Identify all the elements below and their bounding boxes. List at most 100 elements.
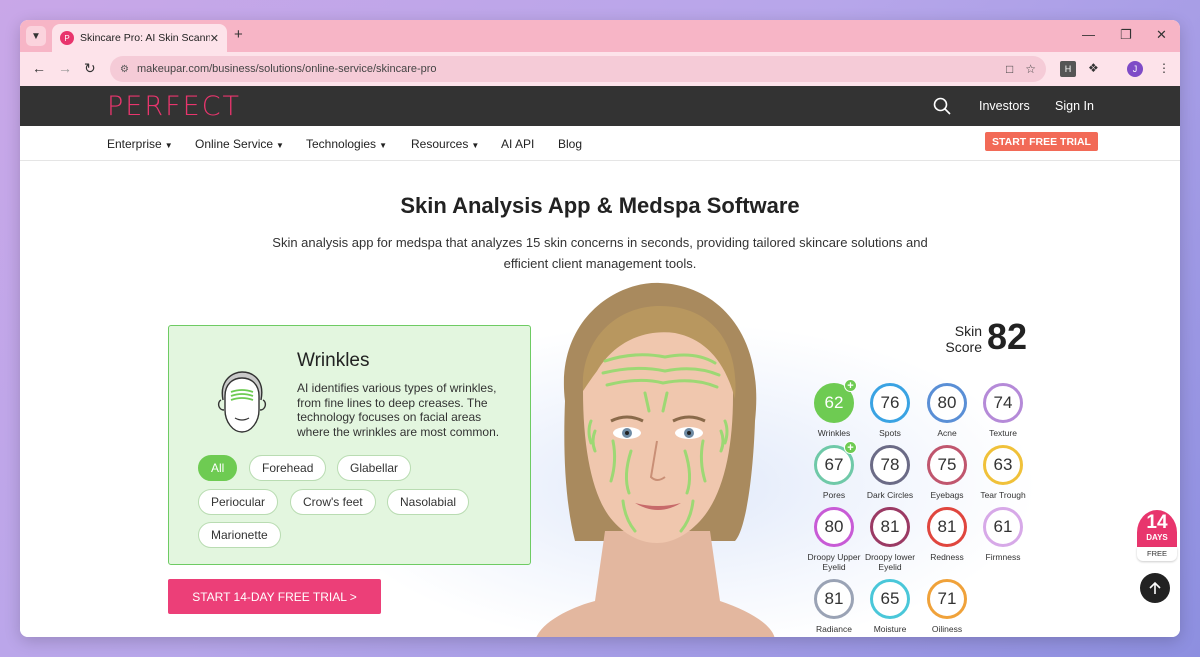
back-icon[interactable]: ← — [32, 60, 46, 76]
nav-enterprise-label: Enterprise — [107, 137, 162, 151]
search-icon[interactable] — [933, 97, 951, 120]
metric-tear-trough[interactable]: 63 Tear Trough — [973, 445, 1033, 500]
tab-title: Skincare Pro: AI Skin Scanner — [80, 32, 210, 44]
metric-oiliness[interactable]: 71 Oiliness — [917, 579, 977, 634]
skin-score-value: 82 — [987, 316, 1028, 357]
page-subtitle: Skin analysis app for medspa that analyz… — [272, 235, 928, 271]
plus-icon[interactable]: + — [844, 441, 857, 454]
reload-icon[interactable]: ↻ — [84, 60, 96, 77]
metric-eyebags[interactable]: 75 Eyebags — [917, 445, 977, 500]
scroll-to-top-button[interactable] — [1140, 573, 1170, 603]
metric-moisture[interactable]: 65 Moisture — [860, 579, 920, 634]
plus-icon[interactable]: + — [844, 379, 857, 392]
start-free-trial-button[interactable]: START FREE TRIAL — [985, 132, 1098, 151]
minimize-icon[interactable]: — — [1082, 27, 1095, 42]
address-bar[interactable]: ⚙ makeupar.com/business/solutions/online… — [110, 56, 1046, 82]
window-close-icon[interactable]: ✕ — [1156, 27, 1167, 43]
extensions-puzzle-icon[interactable]: ❖ — [1088, 61, 1099, 75]
metric-ring: 78 — [870, 445, 910, 485]
new-tab-icon[interactable]: + — [234, 26, 243, 43]
nav-technologies[interactable]: Technologies ▼ — [306, 137, 387, 151]
metric-ring: 81 — [814, 579, 854, 619]
browser-tab[interactable]: P Skincare Pro: AI Skin Scanner ✕ — [52, 24, 227, 52]
site-info-icon[interactable]: ⚙ — [120, 64, 129, 75]
metric-acne[interactable]: 80 Acne — [917, 383, 977, 438]
metric-label: Acne — [937, 428, 957, 438]
chip-nasolabial[interactable]: Nasolabial — [387, 489, 470, 515]
restore-icon[interactable]: ❐ — [1120, 27, 1132, 43]
metric-ring: 71 — [927, 579, 967, 619]
site-header: PERFECT Investors Sign In — [20, 86, 1180, 126]
chip-glabellar[interactable]: Glabellar — [337, 455, 412, 481]
skin-score-label: Skin Score — [940, 323, 982, 355]
metric-value: 78 — [880, 455, 900, 474]
chip-all[interactable]: All — [198, 455, 238, 481]
metric-droopy-lower-eyelid[interactable]: 81 Droopy lower Eyelid — [860, 507, 920, 572]
metric-value: 80 — [824, 517, 844, 536]
metric-ring: 81 — [927, 507, 967, 547]
metric-label: Wrinkles — [817, 428, 851, 438]
nav-blog[interactable]: Blog — [558, 137, 582, 151]
metric-value: 81 — [880, 517, 900, 536]
nav-ai-api[interactable]: AI API — [501, 137, 534, 151]
metric-value: 81 — [824, 589, 844, 608]
nav-enterprise[interactable]: Enterprise ▼ — [107, 137, 173, 151]
metric-ring: 61 — [983, 507, 1023, 547]
install-app-icon[interactable]: □ — [1006, 62, 1013, 76]
metric-firmness[interactable]: 61 Firmness — [973, 507, 1033, 562]
metric-value: 80 — [937, 393, 957, 412]
chip-periocular[interactable]: Periocular — [198, 489, 279, 515]
profile-avatar[interactable]: J — [1127, 61, 1143, 77]
metric-wrinkles[interactable]: 62 + Wrinkles — [804, 379, 864, 438]
extension-h-icon[interactable]: H — [1060, 61, 1076, 77]
metric-label: Droopy lower Eyelid — [864, 552, 916, 572]
metric-ring: 80 — [927, 383, 967, 423]
metric-ring: 80 — [814, 507, 854, 547]
wrinkles-feature-card: Wrinkles AI identifies various types of … — [168, 325, 531, 565]
chip-crows-feet[interactable]: Crow's feet — [290, 489, 376, 515]
metric-radiance[interactable]: 81 Radiance — [804, 579, 864, 634]
url-text: makeupar.com/business/solutions/online-s… — [136, 63, 437, 75]
caret-down-icon: ▼ — [471, 141, 480, 150]
metric-label: Pores — [822, 490, 846, 500]
skin-score-label-line1: Skin — [954, 323, 982, 339]
metric-ring: 81 — [870, 507, 910, 547]
caret-down-icon: ▼ — [379, 141, 387, 150]
feature-description: AI identifies various types of wrinkles,… — [297, 381, 500, 439]
metric-pores[interactable]: 67 + Pores — [804, 441, 864, 500]
nav-online-service[interactable]: Online Service ▼ — [195, 137, 284, 151]
face-analysis-portrait — [535, 281, 775, 637]
metric-redness[interactable]: 81 Redness — [917, 507, 977, 562]
skin-score-label-line2: Score — [945, 339, 982, 355]
chip-marionette[interactable]: Marionette — [198, 522, 281, 548]
metric-spots[interactable]: 76 Spots — [860, 383, 920, 438]
days-number: 14 — [1146, 512, 1168, 533]
metric-ring: 63 — [983, 445, 1023, 485]
sign-in-link[interactable]: Sign In — [1055, 99, 1094, 113]
metric-ring: 75 — [927, 445, 967, 485]
chip-forehead[interactable]: Forehead — [249, 455, 327, 481]
metric-droopy-upper-eyelid[interactable]: 80 Droopy Upper Eyelid — [804, 507, 864, 572]
investors-link[interactable]: Investors — [979, 99, 1030, 113]
brand-logo[interactable]: PERFECT — [107, 91, 241, 122]
metric-label: Dark Circles — [866, 490, 914, 500]
metric-texture[interactable]: 74 Texture — [973, 383, 1033, 438]
start-trial-cta-button[interactable]: START 14-DAY FREE TRIAL > — [168, 579, 381, 614]
metric-value: 76 — [880, 393, 900, 412]
nav-resources[interactable]: Resources ▼ — [411, 137, 479, 151]
tab-search-dropdown-icon[interactable]: ▼ — [26, 26, 46, 46]
hero-section: Skin Analysis App & Medspa Software Skin… — [20, 161, 1180, 637]
metric-label: Spots — [879, 428, 901, 438]
metric-ring: 76 — [870, 383, 910, 423]
forward-icon[interactable]: → — [58, 60, 72, 76]
metric-value: 74 — [993, 393, 1013, 412]
bookmark-star-icon[interactable]: ☆ — [1025, 62, 1036, 76]
free-label[interactable]: FREE — [1137, 547, 1177, 561]
tab-close-icon[interactable]: ✕ — [210, 32, 219, 45]
metric-dark-circles[interactable]: 78 Dark Circles — [860, 445, 920, 500]
favicon-icon: P — [60, 31, 74, 45]
metric-label: Firmness — [985, 552, 1021, 562]
browser-menu-icon[interactable]: ⋮ — [1158, 61, 1170, 75]
caret-down-icon: ▼ — [276, 141, 284, 150]
arrow-up-icon — [1149, 581, 1161, 594]
